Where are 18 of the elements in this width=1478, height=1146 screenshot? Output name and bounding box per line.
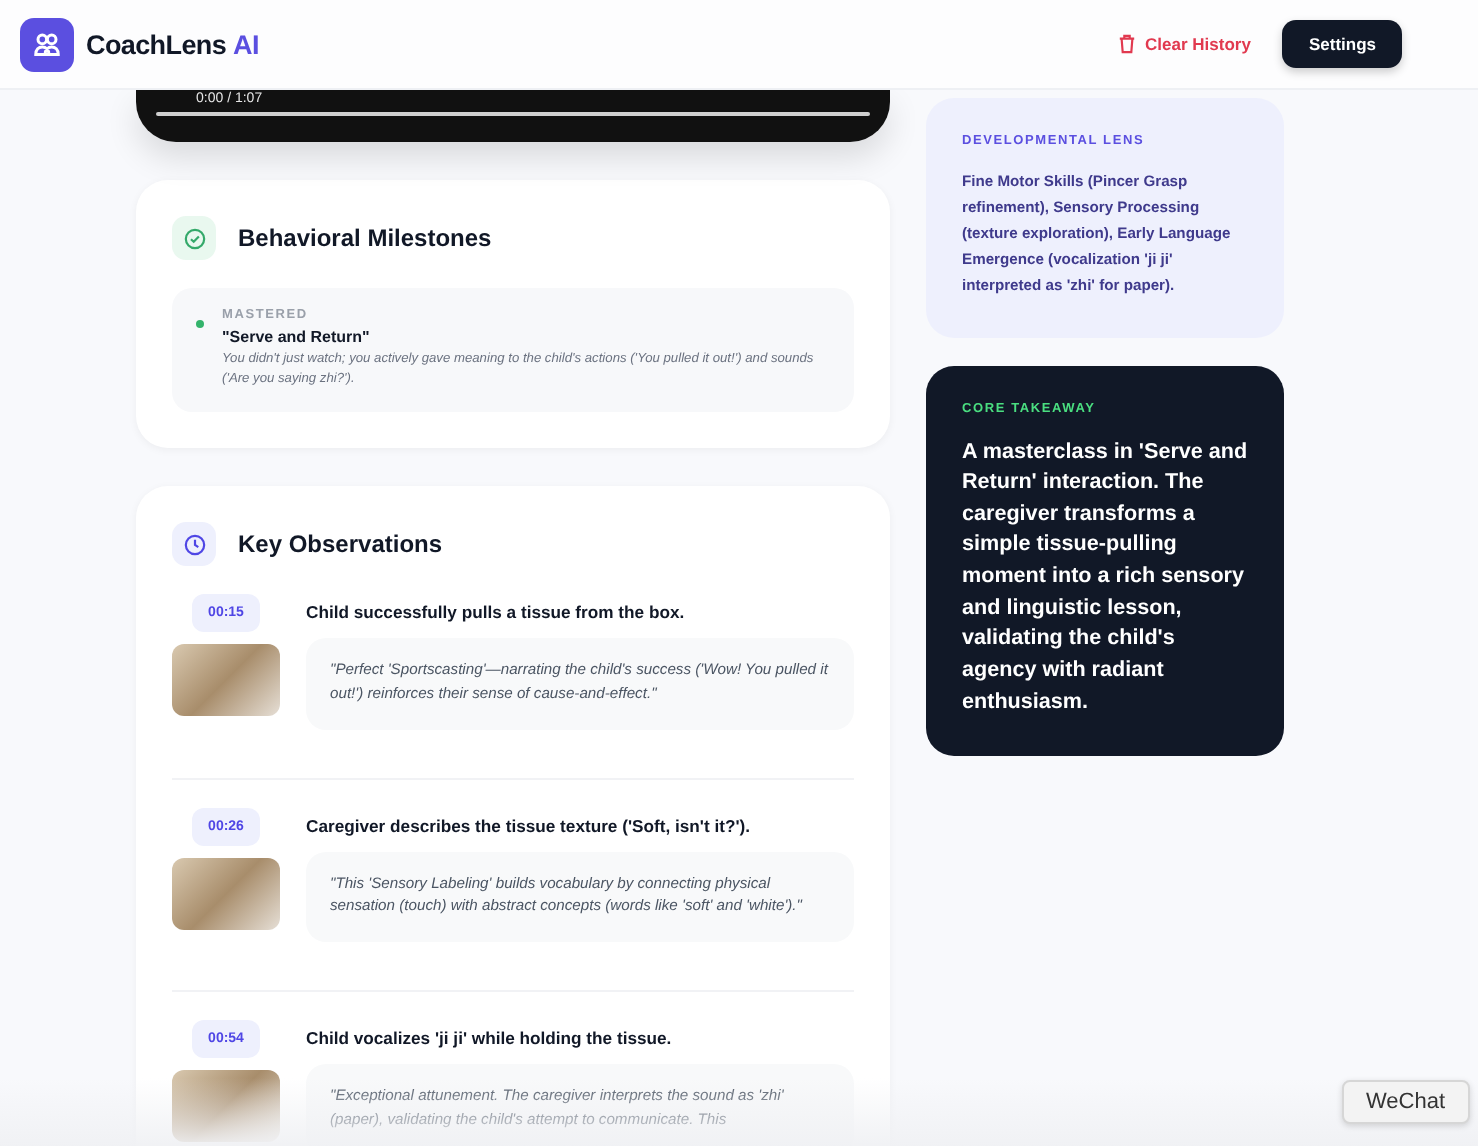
tooltip: WeChat [1342,1080,1470,1124]
video-thumbnail[interactable] [172,644,280,717]
status-dot [196,320,204,328]
trash-icon [1117,34,1136,54]
clock-icon [172,522,216,567]
milestone-title: "Serve and Return" [222,328,372,346]
settings-button[interactable]: Settings [1282,20,1402,68]
video-thumbnail[interactable] [172,1070,280,1143]
card-title: Key Observations [238,530,443,559]
observation-title: Child successfully pulls a tissue from the box. [306,602,687,623]
takeaway-text: A masterclass in 'Serve and Return' interaction. The caregiver transforms a simple tissue-pulling moment into a rich sensory and linguistic lesson, validating the child's agency with radiant enthusiasm. [962,437,1248,718]
clear-history-button[interactable]: Clear History [1117,34,1251,54]
app-logo-icon [20,17,74,71]
app-name: CoachLens AI [86,29,259,59]
card-title: Behavioral Milestones [238,224,492,252]
video-thumbnail[interactable] [172,857,280,930]
observation-title: Child vocalizes 'ji ji' while holding the tissue. [306,1028,674,1049]
observation-title: Caregiver describes the tissue texture ('Soft, isn't it?'). [306,815,752,836]
